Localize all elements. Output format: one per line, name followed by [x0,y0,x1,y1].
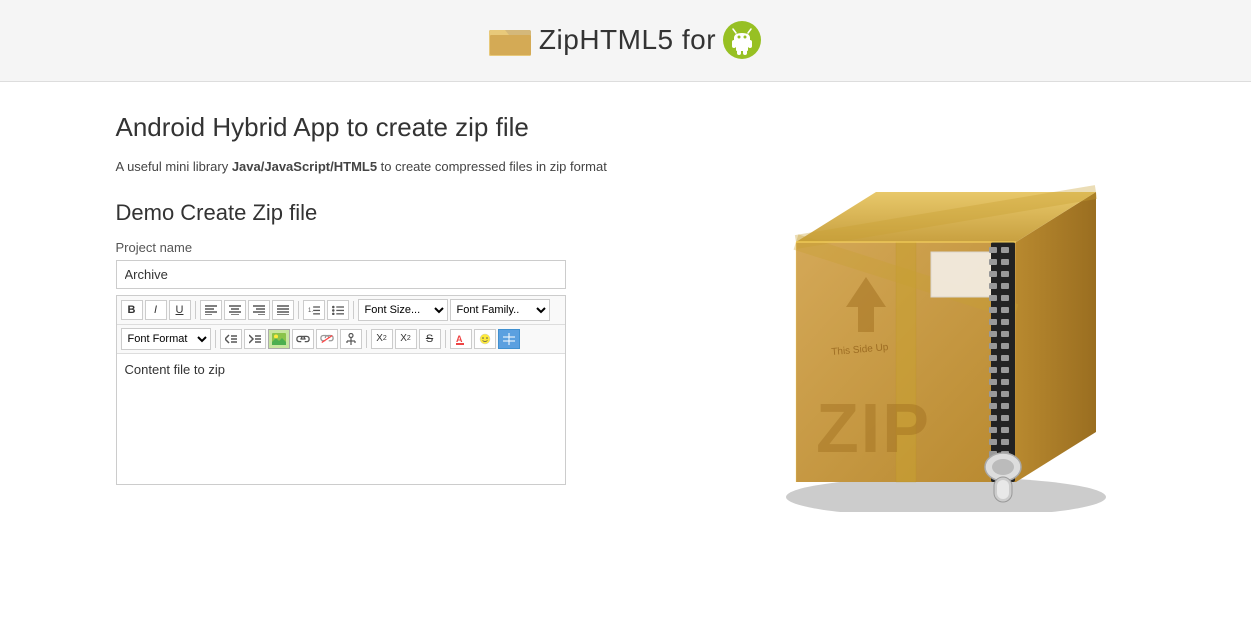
strikethrough-button[interactable]: S [419,329,441,349]
align-right-button[interactable] [248,300,270,320]
project-name-label: Project name [116,240,676,255]
left-panel: Android Hybrid App to create zip file A … [116,112,676,485]
description: A useful mini library Java/JavaScript/HT… [116,157,676,178]
align-center-button[interactable] [224,300,246,320]
separator-5 [366,330,367,348]
insert-link-button[interactable] [292,329,314,349]
superscript-button[interactable]: X2 [395,329,417,349]
align-left-button[interactable] [200,300,222,320]
separator-2 [298,301,299,319]
zip-box-svg: This Side Up [736,112,1136,512]
main-content: Android Hybrid App to create zip file A … [76,82,1176,552]
separator-1 [195,301,196,319]
ordered-list-button[interactable]: 1. [303,300,325,320]
svg-text:A: A [456,334,463,344]
right-panel: This Side Up [716,112,1136,512]
folder-icon [489,22,533,58]
svg-text:1.: 1. [308,308,313,314]
font-format-select[interactable]: Font Format NormalHeading 1Heading 2 [121,328,211,350]
site-title: ZipHTML5 for [539,24,716,56]
zip-box-illustration: This Side Up [736,112,1116,512]
underline-button[interactable]: U [169,300,191,320]
indent-button[interactable] [244,329,266,349]
insert-image-button[interactable] [268,329,290,349]
logo-area: ZipHTML5 for [489,20,762,60]
remove-link-button[interactable] [316,329,338,349]
separator-4 [215,330,216,348]
project-name-input[interactable] [116,260,566,289]
header: ZipHTML5 for [0,0,1251,82]
section-title: Demo Create Zip file [116,200,676,226]
subscript-button[interactable]: X2 [371,329,393,349]
page-title: Android Hybrid App to create zip file [116,112,676,143]
toolbar-row2: Font Format NormalHeading 1Heading 2 [117,325,565,354]
emoticon-button[interactable] [474,329,496,349]
anchor-button[interactable] [340,329,362,349]
italic-button[interactable]: I [145,300,167,320]
font-color-button[interactable]: A [450,329,472,349]
align-justify-button[interactable] [272,300,294,320]
separator-3 [353,301,354,319]
insert-table-button[interactable] [498,329,520,349]
separator-6 [445,330,446,348]
unordered-list-button[interactable] [327,300,349,320]
font-family-select[interactable]: Font Family.. ArialGeorgiaTimes New Roma… [450,299,550,321]
outdent-button[interactable] [220,329,242,349]
font-size-select[interactable]: Font Size... 810121416182436 [358,299,448,321]
bold-button[interactable]: B [121,300,143,320]
editor-content-area[interactable]: Content file to zip [117,354,565,484]
editor-container: B I U 1. [116,295,566,485]
svg-text:ZIP: ZIP [816,389,931,467]
android-icon [722,20,762,60]
toolbar-row1: B I U 1. [117,296,565,325]
